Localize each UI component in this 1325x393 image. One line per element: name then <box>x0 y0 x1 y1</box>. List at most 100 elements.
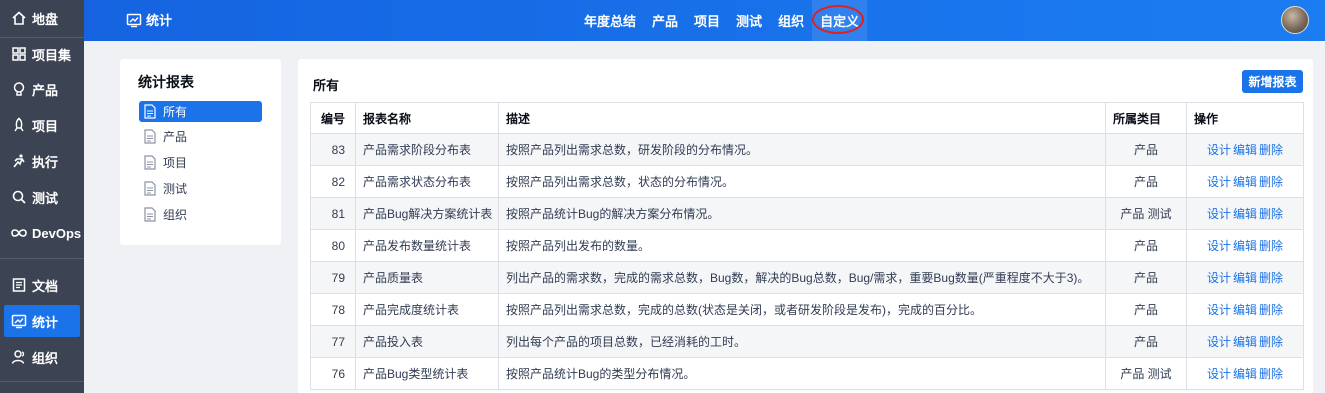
nav-item-execution[interactable]: 执行 <box>4 145 80 177</box>
cell-id: 77 <box>310 325 356 358</box>
app-title-text: 统计 <box>146 13 173 28</box>
table-row: 81 产品Bug解决方案统计表 按照产品统计Bug的解决方案分布情况。 产品 测… <box>310 197 1304 230</box>
cell-id: 80 <box>310 229 356 262</box>
cell-name: 产品Bug解决方案统计表 <box>355 197 499 230</box>
app-title: 统计 <box>126 10 172 29</box>
cell-description: 按照产品列出需求总数，研发阶段的分布情况。 <box>498 133 1106 166</box>
column-header-name[interactable]: 报表名称 <box>355 102 499 134</box>
report-table: 编号 报表名称 描述 所属类目 操作 83 产品需求阶段分布表 按照产品列出需求… <box>310 102 1304 390</box>
side-item-label: 所有 <box>163 105 188 119</box>
delete-link[interactable]: 删除 <box>1259 175 1283 189</box>
tab-annual-summary[interactable]: 年度总结 <box>576 0 644 41</box>
nav-item-project[interactable]: 项目 <box>4 109 80 141</box>
rocket-icon <box>10 116 28 134</box>
design-link[interactable]: 设计 <box>1207 175 1231 189</box>
edit-link[interactable]: 编辑 <box>1233 335 1257 349</box>
nav-item-label: 地盘 <box>32 11 59 27</box>
cell-actions: 设计 编辑 删除 <box>1186 133 1304 166</box>
file-icon <box>143 181 157 196</box>
side-item-product[interactable]: 产品 <box>139 126 262 147</box>
cell-actions: 设计 编辑 删除 <box>1186 229 1304 262</box>
nav-item-label: 文档 <box>32 278 59 294</box>
design-link[interactable]: 设计 <box>1207 239 1231 253</box>
file-icon <box>143 155 157 170</box>
design-link[interactable]: 设计 <box>1207 303 1231 317</box>
cell-name: 产品需求状态分布表 <box>355 165 499 198</box>
avatar[interactable] <box>1281 6 1309 34</box>
table-header-row: 编号 报表名称 描述 所属类目 操作 <box>310 102 1304 134</box>
nav-item-statistics[interactable]: 统计 <box>4 305 80 337</box>
nav-divider <box>0 258 84 259</box>
delete-link[interactable]: 删除 <box>1259 239 1283 253</box>
nav-item-label: 测试 <box>32 190 59 206</box>
cell-category: 产品 <box>1105 165 1187 198</box>
cell-category: 产品 <box>1105 325 1187 358</box>
delete-link[interactable]: 删除 <box>1259 335 1283 349</box>
cell-description: 按照产品列出需求总数，状态的分布情况。 <box>498 165 1106 198</box>
table-row: 76 产品Bug类型统计表 按照产品统计Bug的类型分布情况。 产品 测试 设计… <box>310 357 1304 390</box>
cell-description: 按照产品统计Bug的解决方案分布情况。 <box>498 197 1106 230</box>
table-row: 82 产品需求状态分布表 按照产品列出需求总数，状态的分布情况。 产品 设计 编辑… <box>310 165 1304 198</box>
nav-item-label: 统计 <box>32 314 59 330</box>
nav-item-dashboard[interactable]: 地盘 <box>4 2 80 34</box>
design-link[interactable]: 设计 <box>1207 207 1231 221</box>
nav-item-test[interactable]: 测试 <box>4 181 80 213</box>
nav-item-product[interactable]: 产品 <box>4 73 80 105</box>
tab-custom[interactable]: 自定义 <box>812 0 868 41</box>
nav-item-label: DevOps <box>32 225 82 241</box>
cell-name: 产品投入表 <box>355 325 499 358</box>
table-row: 83 产品需求阶段分布表 按照产品列出需求总数，研发阶段的分布情况。 产品 设计… <box>310 133 1304 166</box>
nav-item-devops[interactable]: DevOps <box>4 217 82 249</box>
nav-item-organization[interactable]: 组织 <box>4 341 80 373</box>
tab-project[interactable]: 项目 <box>686 0 728 41</box>
doc-icon <box>10 276 28 294</box>
side-item-organization[interactable]: 组织 <box>139 204 262 225</box>
edit-link[interactable]: 编辑 <box>1233 271 1257 285</box>
nav-item-doc[interactable]: 文档 <box>4 269 80 301</box>
table-row: 78 产品完成度统计表 按照产品列出需求总数，完成的总数(状态是关闭，或者研发阶… <box>310 293 1304 326</box>
edit-link[interactable]: 编辑 <box>1233 239 1257 253</box>
cell-name: 产品发布数量统计表 <box>355 229 499 262</box>
edit-link[interactable]: 编辑 <box>1233 367 1257 381</box>
design-link[interactable]: 设计 <box>1207 335 1231 349</box>
cell-actions: 设计 编辑 删除 <box>1186 261 1304 294</box>
delete-link[interactable]: 删除 <box>1259 207 1283 221</box>
file-icon <box>143 207 157 222</box>
tab-test[interactable]: 测试 <box>728 0 770 41</box>
nav-item-label: 组织 <box>32 350 59 366</box>
cell-description: 按照产品列出需求总数，完成的总数(状态是关闭，或者研发阶段是发布)，完成的百分比… <box>498 293 1106 326</box>
side-item-project[interactable]: 项目 <box>139 152 262 173</box>
panel-title: 所有 <box>313 78 340 93</box>
file-icon <box>143 129 157 144</box>
edit-link[interactable]: 编辑 <box>1233 303 1257 317</box>
nav-item-program[interactable]: 项目集 <box>4 38 80 70</box>
side-item-test[interactable]: 测试 <box>139 178 262 199</box>
design-link[interactable]: 设计 <box>1207 271 1231 285</box>
column-header-id[interactable]: 编号 <box>310 102 356 134</box>
delete-link[interactable]: 删除 <box>1259 143 1283 157</box>
infinity-icon <box>10 224 28 242</box>
cell-name: 产品质量表 <box>355 261 499 294</box>
tab-organization[interactable]: 组织 <box>770 0 812 41</box>
cell-name: 产品完成度统计表 <box>355 293 499 326</box>
tab-product[interactable]: 产品 <box>644 0 686 41</box>
cell-actions: 设计 编辑 删除 <box>1186 197 1304 230</box>
edit-link[interactable]: 编辑 <box>1233 207 1257 221</box>
add-report-button[interactable]: 新增报表 <box>1242 70 1303 93</box>
chart-icon <box>10 312 28 330</box>
delete-link[interactable]: 删除 <box>1259 303 1283 317</box>
edit-link[interactable]: 编辑 <box>1233 175 1257 189</box>
design-link[interactable]: 设计 <box>1207 143 1231 157</box>
side-item-label: 产品 <box>163 130 188 144</box>
edit-link[interactable]: 编辑 <box>1233 143 1257 157</box>
delete-link[interactable]: 删除 <box>1259 367 1283 381</box>
grid-icon <box>10 45 28 63</box>
design-link[interactable]: 设计 <box>1207 367 1231 381</box>
cell-id: 79 <box>310 261 356 294</box>
cell-id: 83 <box>310 133 356 166</box>
cell-id: 82 <box>310 165 356 198</box>
side-item-all[interactable]: 所有 <box>139 101 262 122</box>
delete-link[interactable]: 删除 <box>1259 271 1283 285</box>
cell-category: 产品 <box>1105 133 1187 166</box>
column-header-description: 描述 <box>498 102 1106 134</box>
